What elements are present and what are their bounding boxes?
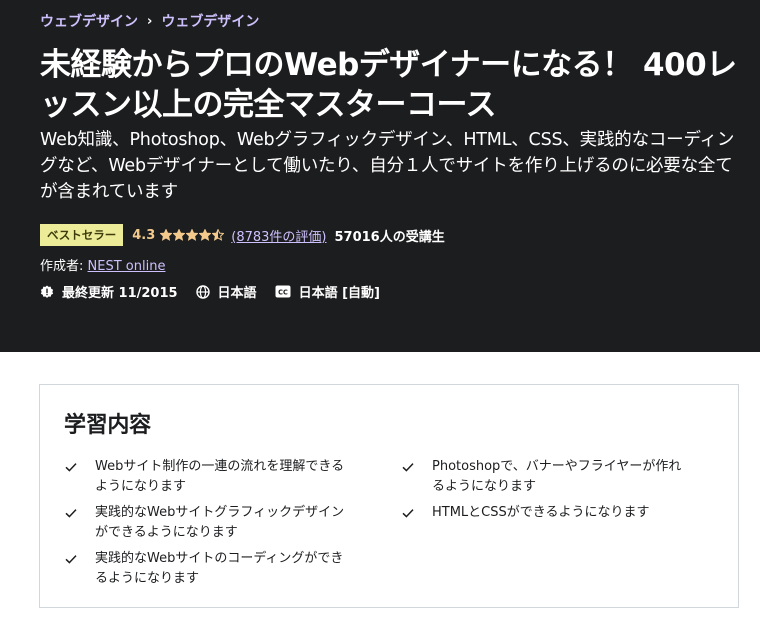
- learn-item-text: Webサイト制作の一連の流れを理解できるようになります: [95, 459, 345, 494]
- language: 日本語: [195, 282, 257, 301]
- learn-item-text: HTMLとCSSができるようになります: [432, 505, 650, 520]
- creator-link[interactable]: NEST online: [88, 259, 166, 274]
- learn-column-left: Webサイト制作の一連の流れを理解できるようになります 実践的なWebサイトグラ…: [64, 457, 354, 595]
- bestseller-badge: ベストセラー: [40, 224, 124, 246]
- check-icon: [402, 463, 414, 472]
- creator-label: 作成者:: [40, 259, 84, 274]
- captions: CC 日本語 [自動]: [275, 282, 380, 301]
- what-you-will-learn: 学習内容 Webサイト制作の一連の流れを理解できるようになります 実践的なWeb…: [39, 384, 739, 608]
- rating-stars: [160, 229, 225, 241]
- course-meta: 最終更新 11/2015 日本語 CC 日本語 [自動]: [40, 282, 398, 301]
- creator-row: 作成者: NEST online: [40, 255, 165, 274]
- captions-text: 日本語 [自動]: [298, 286, 380, 301]
- globe-icon: [195, 284, 210, 299]
- list-item: Photoshopで、バナーやフライヤーが作れるようになります: [401, 457, 691, 497]
- learn-item-text: Photoshopで、バナーやフライヤーが作れるようになります: [432, 459, 682, 494]
- check-icon: [65, 509, 77, 518]
- last-updated: 最終更新 11/2015: [40, 282, 178, 301]
- chevron-right-icon: ›: [147, 13, 153, 29]
- rating-score: 4.3: [132, 227, 156, 243]
- learn-item-text: 実践的なWebサイトのコーディングができるようになります: [95, 551, 344, 586]
- star-icon: [173, 229, 186, 241]
- star-icon: [212, 229, 225, 241]
- check-icon: [65, 555, 77, 564]
- star-icon: [160, 229, 173, 241]
- course-subtitle: Web知識、Photoshop、Webグラフィックデザイン、HTML、CSS、実…: [40, 130, 735, 202]
- list-item: 実践的なWebサイトのコーディングができるようになります: [64, 549, 354, 589]
- breadcrumb: ウェブデザイン › ウェブデザイン: [40, 11, 259, 31]
- alert-badge-icon: [40, 285, 54, 298]
- course-header: ウェブデザイン › ウェブデザイン 未経験からプロのWebデザイナーになる！ 4…: [0, 0, 760, 352]
- last-updated-text: 最終更新 11/2015: [62, 286, 178, 301]
- ratings-count-link[interactable]: (8783件の評価): [231, 226, 326, 245]
- check-icon: [402, 509, 414, 518]
- breadcrumb-item-subcategory[interactable]: ウェブデザイン: [161, 11, 259, 31]
- list-item: HTMLとCSSができるようになります: [401, 503, 691, 523]
- learn-column-right: Photoshopで、バナーやフライヤーが作れるようになります HTMLとCSS…: [401, 457, 691, 529]
- svg-text:CC: CC: [278, 288, 288, 296]
- language-text: 日本語: [217, 286, 257, 301]
- rating-row: ベストセラー 4.3 (8783件の評価) 57016人の受講生: [40, 224, 445, 246]
- breadcrumb-item-category[interactable]: ウェブデザイン: [40, 11, 138, 31]
- list-item: 実践的なWebサイトグラフィックデザインができるようになります: [64, 503, 354, 543]
- star-icon: [199, 229, 212, 241]
- check-icon: [65, 463, 77, 472]
- list-item: Webサイト制作の一連の流れを理解できるようになります: [64, 457, 354, 497]
- learn-item-text: 実践的なWebサイトグラフィックデザインができるようになります: [95, 505, 345, 540]
- learn-title: 学習内容: [64, 413, 151, 438]
- students-count: 57016人の受講生: [334, 229, 445, 245]
- course-title: 未経験からプロのWebデザイナーになる！ 400レッスン以上の完全マスターコース: [40, 47, 737, 123]
- closed-captions-icon: CC: [275, 285, 291, 298]
- star-icon: [186, 229, 199, 241]
